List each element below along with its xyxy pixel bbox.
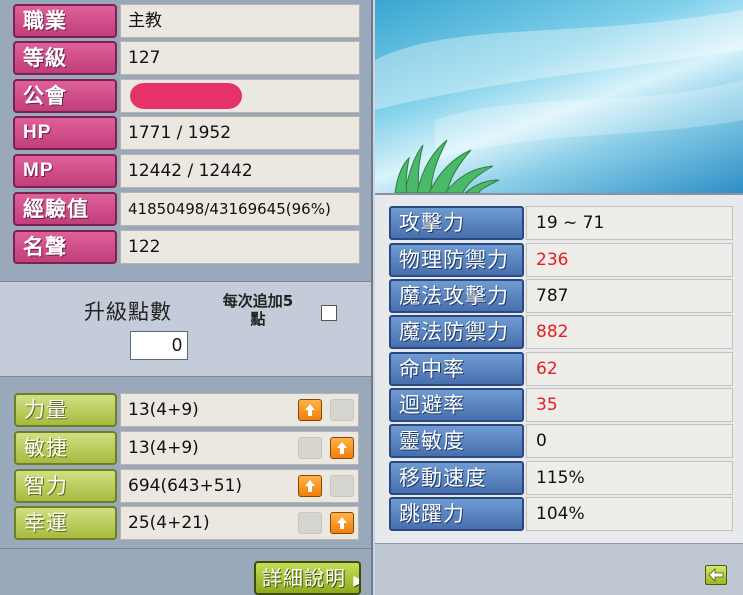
guild-label: 公會 [13,79,117,113]
stat-label-int: 智力 [14,469,117,503]
combat-label-magic-def: 魔法防禦力 [389,315,524,349]
combat-label-accuracy: 命中率 [389,352,524,386]
arrow-up-icon [337,517,347,529]
stat-label-str: 力量 [14,393,117,427]
stat-row-dex: 敏捷 13(4+9) [14,431,359,465]
back-button[interactable] [705,565,727,585]
exp-label: 經驗值 [13,192,117,226]
guild-value [120,79,360,113]
combat-label-phys-def: 物理防禦力 [389,243,524,277]
right-footer-bar [375,543,743,595]
fame-row: 名聲 122 [13,230,360,264]
auto-add-label-line1: 每次追加5 [222,292,294,310]
combat-label-hands: 靈敏度 [389,424,524,458]
luk-up-slot [298,512,322,534]
ability-points-title: 升級點數 [84,300,172,324]
dex-up-slot [298,437,322,459]
combat-label-attack: 攻擊力 [389,206,524,240]
ability-points-box: 升級點數 0 每次追加5 點 [0,281,371,377]
combat-value-speed: 115% [526,461,733,495]
exp-value: 41850498/43169645(96%) [120,192,360,226]
combat-label-avoid: 迴避率 [389,388,524,422]
combat-stats-panel: 攻擊力 19 ~ 71 物理防禦力 236 魔法攻擊力 787 魔法防禦力 88… [375,193,743,595]
combat-value-magic-def: 882 [526,315,733,349]
stat-row-int: 智力 694(643+51) [14,469,359,503]
ability-points-value: 0 [130,331,188,360]
mp-label: MP [13,154,117,188]
combat-label-speed: 移動速度 [389,461,524,495]
hp-value: 1771 / 1952 [120,116,360,150]
str-up-button[interactable] [298,399,322,421]
level-label: 等級 [13,41,117,75]
arrow-left-icon [708,568,724,582]
job-label: 職業 [13,4,117,38]
combat-row-avoid: 迴避率 35 [389,388,733,422]
combat-value-jump: 104% [526,497,733,531]
level-value: 127 [120,41,360,75]
mp-value: 12442 / 12442 [120,154,360,188]
fame-value: 122 [120,230,360,264]
auto-add-label: 每次追加5 點 [206,292,310,328]
auto-add-label-line2: 點 [250,310,266,328]
combat-row-magic-def: 魔法防禦力 882 [389,315,733,349]
chevron-right-icon: ▶ [353,573,359,589]
mp-row: MP 12442 / 12442 [13,154,360,188]
divider [0,548,371,549]
combat-row-hands: 靈敏度 0 [389,424,733,458]
int-up-button[interactable] [298,475,322,497]
auto-add-checkbox[interactable] [321,305,337,321]
fame-label: 名聲 [13,230,117,264]
combat-value-hands: 0 [526,424,733,458]
guild-row: 公會 [13,79,360,113]
stat-row-luk: 幸運 25(4+21) [14,506,359,540]
stat-value-luk: 25(4+21) [120,506,359,540]
combat-value-magic-atk: 787 [526,279,733,313]
stat-value-int: 694(643+51) [120,469,359,503]
combat-value-avoid: 35 [526,388,733,422]
stat-row-str: 力量 13(4+9) [14,393,359,427]
level-row: 等級 127 [13,41,360,75]
hp-label: HP [13,116,117,150]
details-button[interactable]: 詳細說明 ▶ [254,561,361,595]
job-row: 職業 主教 [13,4,360,38]
arrow-up-icon [337,442,347,454]
stat-label-luk: 幸運 [14,506,117,540]
stat-value-dex: 13(4+9) [120,431,359,465]
stat-label-dex: 敏捷 [14,431,117,465]
combat-value-phys-def: 236 [526,243,733,277]
grass-decoration [375,10,743,193]
combat-value-accuracy: 62 [526,352,733,386]
character-info-panel: 職業 主教 等級 127 公會 HP 1771 / 1952 MP 12442 … [0,0,373,595]
combat-value-attack: 19 ~ 71 [526,206,733,240]
sky-background [375,0,743,193]
arrow-up-icon [305,480,315,492]
str-up-slot [330,399,354,421]
combat-row-accuracy: 命中率 62 [389,352,733,386]
combat-row-attack: 攻擊力 19 ~ 71 [389,206,733,240]
int-up-slot [330,475,354,497]
dex-up-button[interactable] [330,437,354,459]
exp-row: 經驗值 41850498/43169645(96%) [13,192,360,226]
combat-label-jump: 跳躍力 [389,497,524,531]
details-button-label: 詳細說明 [262,566,346,590]
combat-label-magic-atk: 魔法攻擊力 [389,279,524,313]
hp-row: HP 1771 / 1952 [13,116,360,150]
stat-value-str: 13(4+9) [120,393,359,427]
guild-redaction-mark [130,83,242,109]
combat-row-speed: 移動速度 115% [389,461,733,495]
arrow-up-icon [305,404,315,416]
luk-up-button[interactable] [330,512,354,534]
combat-row-phys-def: 物理防禦力 236 [389,243,733,277]
combat-row-magic-atk: 魔法攻擊力 787 [389,279,733,313]
combat-row-jump: 跳躍力 104% [389,497,733,531]
job-value: 主教 [120,4,360,38]
